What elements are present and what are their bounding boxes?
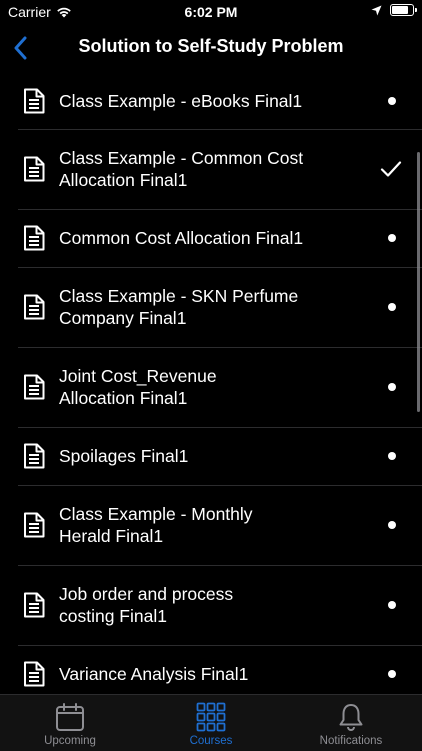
unread-indicator <box>388 452 396 460</box>
list-item-label: Variance Analysis Final1 <box>59 664 249 684</box>
document-icon <box>24 374 45 400</box>
document-icon <box>24 88 45 113</box>
document-icon <box>24 225 45 251</box>
list-item-label: Job order and process costing Final1 <box>59 584 234 626</box>
list-item[interactable]: Joint Cost_Revenue Allocation Final1 <box>18 347 422 428</box>
list-item-label: Class Example - eBooks Final1 <box>59 90 303 111</box>
tab-bar: Upcoming Courses Notifications <box>0 694 422 751</box>
unread-indicator <box>388 383 396 391</box>
calendar-icon <box>56 703 84 731</box>
tab-courses[interactable]: Courses <box>141 695 281 751</box>
status-time: 6:02 PM <box>184 4 238 20</box>
document-icon <box>24 661 45 687</box>
navigation-bar: Solution to Self-Study Problem <box>0 24 422 72</box>
unread-indicator <box>388 670 396 678</box>
grid-icon <box>196 702 226 732</box>
list-item[interactable]: Variance Analysis Final1 <box>18 645 422 694</box>
document-list[interactable]: Class Example - eBooks Final1 Class Exam… <box>0 72 422 694</box>
list-item[interactable]: Class Example - SKN Perfume Company Fina… <box>18 267 422 348</box>
tab-label: Courses <box>189 735 233 747</box>
document-icon <box>24 592 45 618</box>
page-title: Solution to Self-Study Problem <box>78 36 344 56</box>
tab-label: Upcoming <box>44 735 96 747</box>
list-item[interactable]: Class Example - Monthly Herald Final1 <box>18 485 422 566</box>
tab-label: Notifications <box>319 735 383 747</box>
list-item-label: Joint Cost_Revenue Allocation Final1 <box>59 366 217 408</box>
tab-notifications[interactable]: Notifications <box>281 695 421 751</box>
unread-indicator <box>388 303 396 311</box>
list-item[interactable]: Spoilages Final1 <box>18 427 422 486</box>
location-arrow-icon <box>371 5 382 15</box>
list-item-label: Common Cost Allocation Final1 <box>59 228 304 248</box>
status-right <box>371 4 417 16</box>
list-item[interactable]: Job order and process costing Final1 <box>18 565 422 646</box>
document-icon <box>24 512 45 538</box>
battery-level <box>392 6 409 14</box>
list-item-label: Class Example - Common Cost Allocation F… <box>59 148 304 190</box>
bell-icon <box>339 704 363 731</box>
document-icon <box>24 443 45 469</box>
status-bar: Carrier 6:02 PM <box>0 0 422 24</box>
battery-icon <box>390 4 417 16</box>
list-item-label: Spoilages Final1 <box>59 446 189 466</box>
unread-indicator <box>388 96 396 105</box>
list-item[interactable]: Class Example - eBooks Final1 <box>18 72 422 130</box>
list-item[interactable]: Class Example - Common Cost Allocation F… <box>18 129 422 210</box>
unread-indicator <box>388 601 396 609</box>
list-item-label: Class Example - Monthly Herald Final1 <box>59 504 253 546</box>
tab-upcoming[interactable]: Upcoming <box>0 695 140 751</box>
list-item[interactable]: Common Cost Allocation Final1 <box>18 209 422 268</box>
document-icon <box>24 156 45 182</box>
document-icon <box>24 294 45 320</box>
checkmark-icon <box>380 161 402 177</box>
list-item-label: Class Example - SKN Perfume Company Fina… <box>59 286 299 328</box>
scrollbar[interactable] <box>417 152 420 412</box>
unread-indicator <box>388 521 396 529</box>
unread-indicator <box>388 234 396 242</box>
